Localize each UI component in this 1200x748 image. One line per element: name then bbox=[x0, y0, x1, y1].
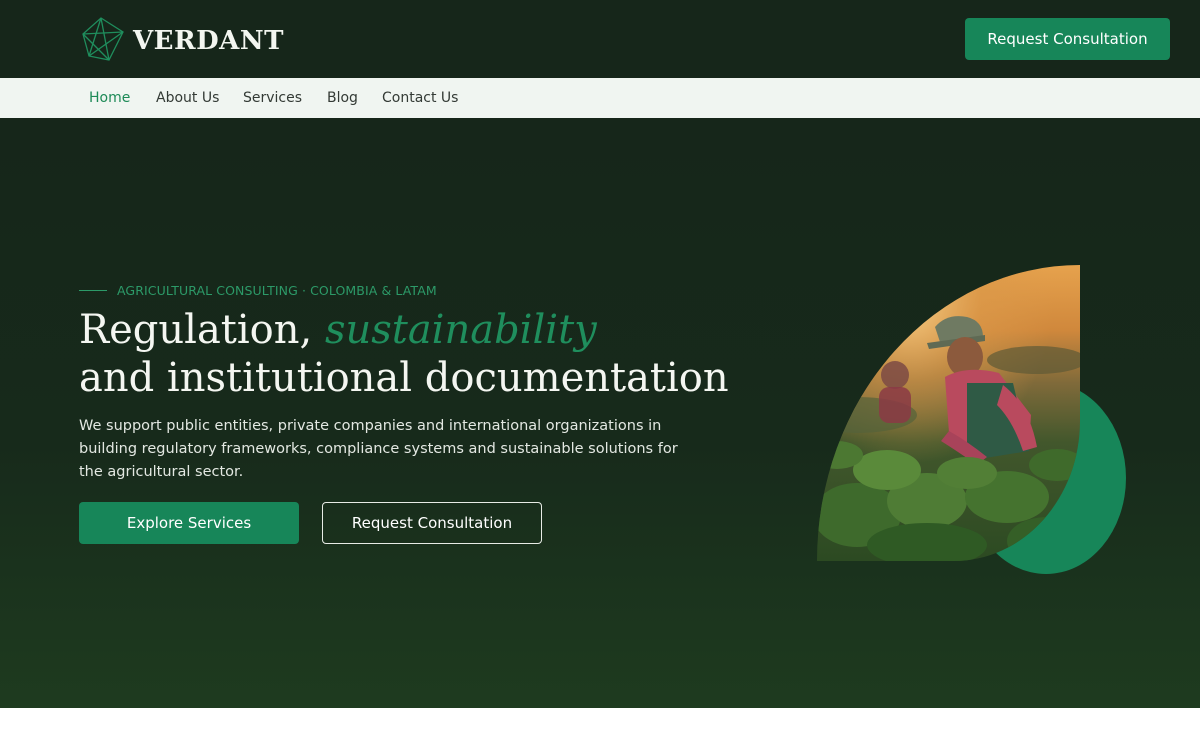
headline-accent: sustainability bbox=[324, 307, 597, 353]
headline-part-1: Regulation, bbox=[79, 307, 325, 353]
hero-headline: Regulation, sustainability and institutio… bbox=[79, 306, 739, 402]
geometric-diamond-icon bbox=[79, 16, 125, 66]
nav-item-services[interactable]: Services bbox=[243, 78, 302, 118]
nav-item-blog[interactable]: Blog bbox=[327, 78, 358, 118]
headline-part-2: and institutional documentation bbox=[79, 355, 729, 401]
hero-eyebrow: AGRICULTURAL CONSULTING · COLOMBIA & LAT… bbox=[79, 283, 437, 298]
request-consultation-header-button[interactable]: Request Consultation bbox=[965, 18, 1170, 60]
hero-description: We support public entities, private comp… bbox=[79, 418, 678, 480]
hero-image-farmer bbox=[817, 265, 1080, 561]
nav-item-about-us[interactable]: About Us bbox=[156, 78, 219, 118]
brand-logo[interactable]: VERDANT bbox=[79, 16, 284, 66]
nav-item-home[interactable]: Home bbox=[89, 78, 130, 118]
brand-name: VERDANT bbox=[133, 26, 284, 56]
top-header: VERDANT Request Consultation bbox=[0, 0, 1200, 78]
hero-section: AGRICULTURAL CONSULTING · COLOMBIA & LAT… bbox=[0, 118, 1200, 708]
nav-item-contact-us[interactable]: Contact Us bbox=[382, 78, 458, 118]
eyebrow-text: AGRICULTURAL CONSULTING · COLOMBIA & LAT… bbox=[117, 283, 437, 298]
explore-services-button[interactable]: Explore Services bbox=[79, 502, 299, 544]
request-consultation-button[interactable]: Request Consultation bbox=[322, 502, 542, 544]
main-nav: Home About Us Services Blog Contact Us bbox=[0, 78, 1200, 118]
eyebrow-line bbox=[79, 290, 107, 291]
